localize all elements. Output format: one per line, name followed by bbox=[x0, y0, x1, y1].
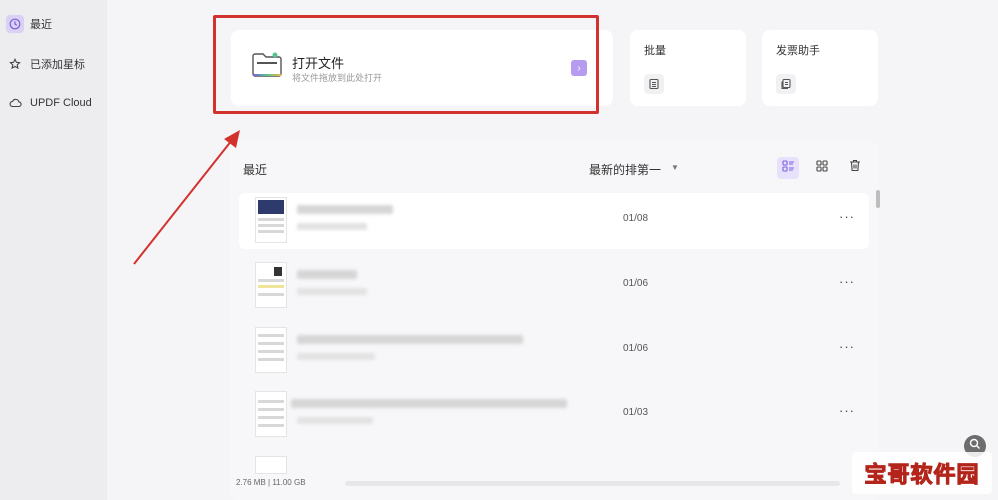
watermark-logo: 宝哥软件园 bbox=[852, 452, 992, 494]
annotation-arrow bbox=[133, 130, 240, 265]
